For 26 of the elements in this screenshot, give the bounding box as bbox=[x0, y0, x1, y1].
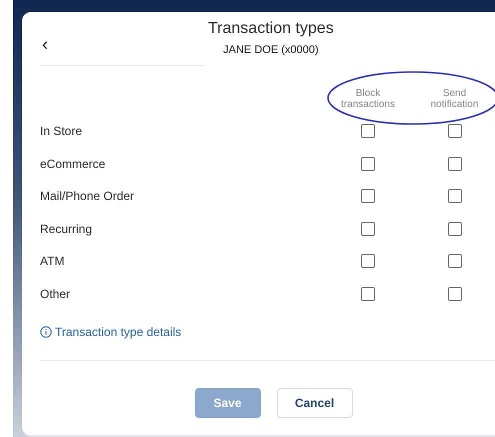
row-label: Other bbox=[40, 286, 72, 301]
checkbox[interactable] bbox=[448, 156, 462, 171]
row-label: Mail/Phone Order bbox=[40, 189, 136, 204]
checkbox[interactable] bbox=[361, 286, 375, 301]
row-label: In Store bbox=[40, 124, 84, 138]
checkbox[interactable] bbox=[361, 156, 375, 171]
row-label: eCommerce bbox=[40, 156, 106, 171]
checkbox[interactable] bbox=[361, 222, 375, 236]
checkbox[interactable] bbox=[448, 189, 462, 204]
checkbox[interactable] bbox=[361, 124, 375, 138]
checkbox[interactable] bbox=[448, 222, 462, 236]
checkbox[interactable] bbox=[448, 286, 462, 301]
details-link[interactable]: Transaction type details bbox=[55, 325, 182, 339]
account-name: JANE DOE (x0000) bbox=[222, 43, 320, 58]
checkbox[interactable] bbox=[361, 189, 375, 204]
row-label: ATM bbox=[40, 254, 66, 268]
column-header: Block transactions bbox=[341, 88, 395, 110]
column-header: Send notification bbox=[430, 88, 478, 110]
checkbox[interactable] bbox=[448, 124, 462, 138]
checkbox[interactable] bbox=[361, 254, 375, 268]
checkbox[interactable] bbox=[448, 254, 462, 268]
dialog-title: Transaction types bbox=[208, 20, 334, 38]
back-button[interactable]: ‹ bbox=[40, 34, 50, 52]
row-label: Recurring bbox=[40, 222, 94, 236]
cancel-button[interactable]: Cancel bbox=[276, 388, 352, 418]
info-icon bbox=[40, 326, 52, 338]
